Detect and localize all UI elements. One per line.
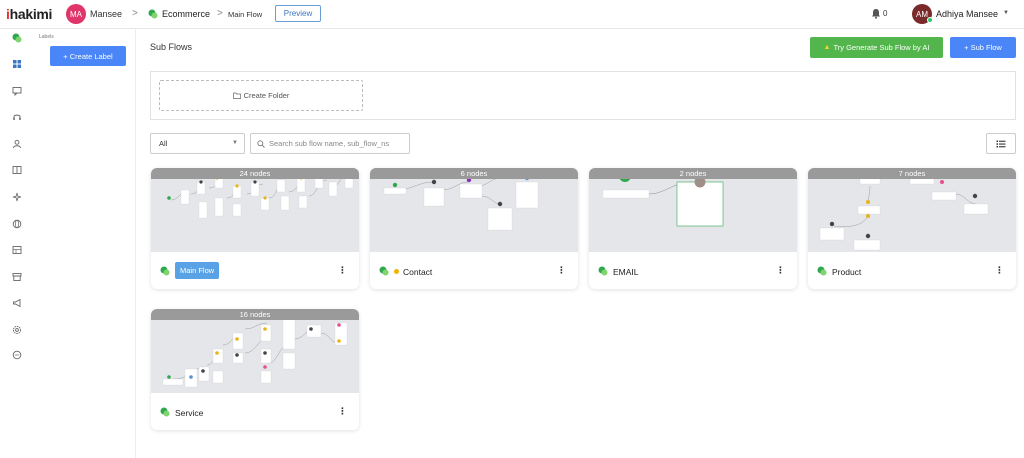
search-input[interactable]: [269, 139, 405, 148]
flow-preview: 24 nodes: [151, 168, 359, 252]
card-name[interactable]: Product: [832, 267, 861, 277]
node-count: 2 nodes: [589, 168, 797, 179]
breadcrumb-flow: Main Flow: [228, 10, 263, 19]
create-label-button[interactable]: + Create Label: [50, 46, 126, 66]
workspace-avatar[interactable]: MA: [66, 4, 86, 24]
list-icon: [996, 140, 1006, 147]
search-icon: [257, 139, 265, 148]
subflow-card[interactable]: 24 nodes Main Flow ⋮: [151, 168, 359, 289]
node-count: 7 nodes: [808, 168, 1016, 179]
label-panel: Labels + Create Label: [34, 29, 136, 458]
flow-preview: 7 nodes: [808, 168, 1016, 252]
list-view-button[interactable]: [986, 133, 1016, 154]
bot-icon: [160, 407, 170, 417]
table-icon[interactable]: [12, 245, 22, 255]
add-subflow-button[interactable]: + Sub Flow: [950, 37, 1016, 58]
search-box[interactable]: [250, 133, 410, 154]
workspace-name[interactable]: Mansee: [90, 9, 122, 19]
create-folder-button[interactable]: Create Folder: [159, 80, 363, 111]
bot-icon: [379, 266, 389, 276]
subflow-card[interactable]: 7 nodes Product ⋮: [808, 168, 1016, 289]
status-dot: [394, 269, 399, 274]
more-vertical-icon[interactable]: ⋮: [776, 265, 785, 276]
bot-icon: [148, 9, 158, 19]
card-name[interactable]: EMAIL: [613, 267, 639, 277]
card-footer: Service ⋮: [151, 393, 359, 430]
flow-preview: 2 nodes: [589, 168, 797, 252]
dashboard-icon[interactable]: [12, 59, 22, 69]
subflow-card[interactable]: 6 nodes Contact ⋮: [370, 168, 578, 289]
bot-icon[interactable]: [12, 33, 22, 43]
globe-icon[interactable]: [12, 219, 22, 229]
card-footer: Product ⋮: [808, 252, 1016, 289]
online-status-dot: [927, 17, 933, 23]
card-name[interactable]: Contact: [403, 267, 432, 277]
chat-icon[interactable]: [12, 86, 22, 96]
fire-icon: ▲: [823, 44, 831, 51]
flow-preview: 6 nodes: [370, 168, 578, 252]
user-icon[interactable]: [12, 139, 22, 149]
brand-logo[interactable]: ihakimi: [6, 6, 52, 22]
flow-preview: 16 nodes: [151, 309, 359, 393]
breadcrumb-separator: >: [217, 8, 223, 19]
node-count: 16 nodes: [151, 309, 359, 320]
breadcrumb-separator: >: [132, 8, 138, 19]
subflow-card[interactable]: 2 nodes EMAIL ⋮: [589, 168, 797, 289]
generate-ai-button[interactable]: ▲ Try Generate Sub Flow by AI: [810, 37, 943, 58]
icon-sidebar: [0, 29, 34, 458]
more-vertical-icon[interactable]: ⋮: [995, 265, 1004, 276]
settings-icon[interactable]: [12, 325, 22, 335]
headset-icon[interactable]: [12, 112, 22, 122]
notification-count: 0: [883, 9, 888, 18]
folder-icon: [232, 92, 241, 99]
megaphone-icon[interactable]: [12, 298, 22, 308]
sparkle-icon[interactable]: [12, 192, 22, 202]
book-icon[interactable]: [12, 165, 22, 175]
card-footer: Contact ⋮: [370, 252, 578, 289]
card-name[interactable]: Service: [175, 408, 203, 418]
more-vertical-icon[interactable]: ⋮: [338, 265, 347, 276]
bot-icon: [817, 266, 827, 276]
top-bar: ihakimi MA Mansee > Ecommerce > Main Flo…: [0, 0, 1024, 29]
filter-select[interactable]: All ▼: [150, 133, 245, 154]
preview-button[interactable]: Preview: [275, 5, 321, 22]
bot-icon: [160, 266, 170, 276]
bot-icon: [598, 266, 608, 276]
node-count: 6 nodes: [370, 168, 578, 179]
labels-title: Labels: [39, 34, 54, 40]
bell-icon[interactable]: [871, 8, 881, 19]
message-icon[interactable]: [12, 350, 22, 360]
more-vertical-icon[interactable]: ⋮: [338, 406, 347, 417]
card-name[interactable]: Main Flow: [175, 262, 220, 279]
more-vertical-icon[interactable]: ⋮: [557, 265, 566, 276]
caret-down-icon[interactable]: ▼: [1003, 10, 1009, 16]
card-footer: Main Flow ⋮: [151, 252, 359, 289]
subflow-card[interactable]: 16 nodes Service ⋮: [151, 309, 359, 430]
page-title: Sub Flows: [150, 42, 193, 52]
breadcrumb-bot[interactable]: Ecommerce: [162, 9, 210, 19]
archive-icon[interactable]: [12, 272, 22, 282]
card-footer: EMAIL ⋮: [589, 252, 797, 289]
node-count: 24 nodes: [151, 168, 359, 179]
user-name[interactable]: Adhiya Mansee: [936, 9, 998, 19]
folder-panel: Create Folder: [150, 71, 1016, 120]
chevron-down-icon: ▼: [232, 140, 238, 146]
